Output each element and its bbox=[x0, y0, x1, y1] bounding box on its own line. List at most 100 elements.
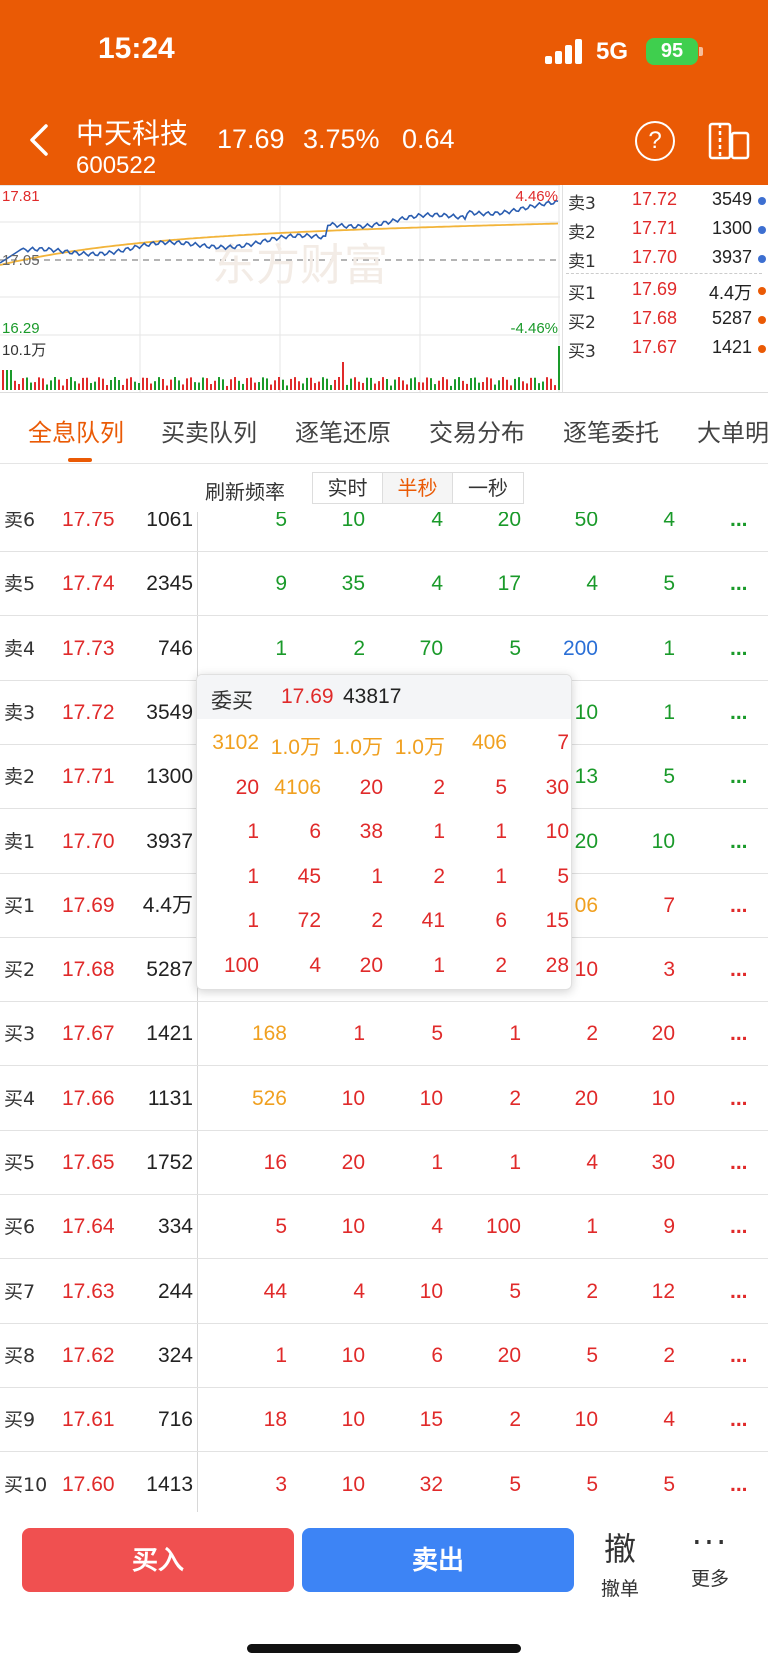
freq-option-half-second[interactable]: 半秒 bbox=[383, 473, 453, 503]
orderbook-volume: 1300 bbox=[711, 218, 752, 238]
queue-order-size: 5 bbox=[275, 1215, 287, 1239]
queue-row[interactable]: 买6 17.64 334 5 10 4 100 1 9... bbox=[0, 1195, 768, 1260]
volume-bar bbox=[190, 377, 192, 390]
queue-more-icon[interactable]: ... bbox=[730, 1022, 748, 1046]
queue-volume: 5287 bbox=[146, 958, 193, 982]
orderbook-volume: 4.4万 bbox=[708, 283, 752, 303]
queue-row[interactable]: 卖4 17.73 746 1 2 70 5 200 1... bbox=[0, 617, 768, 681]
volume-bar bbox=[18, 383, 20, 390]
popup-order-size: 3102 bbox=[212, 731, 259, 754]
volume-bar bbox=[542, 381, 544, 390]
popup-order-size: 38 bbox=[359, 820, 383, 843]
mini-orderbook[interactable]: 卖3 17.72 3549 卖2 17.71 1300 卖1 17.70 3937 买1 17.69… bbox=[562, 185, 768, 392]
volume-bar bbox=[494, 384, 496, 390]
volume-bar bbox=[526, 383, 528, 390]
volume-bar bbox=[298, 381, 300, 390]
cancel-order-button[interactable]: 撤 撤单 bbox=[590, 1524, 650, 1604]
more-button[interactable]: ··· 更多 bbox=[680, 1524, 740, 1604]
queue-row[interactable]: 买4 17.66 1131 526 10 10 2 20 10... bbox=[0, 1067, 768, 1131]
layout-switch-button[interactable] bbox=[707, 121, 751, 161]
queue-row[interactable]: 买7 17.63 244 44 4 10 5 2 12... bbox=[0, 1260, 768, 1324]
volume-bar bbox=[430, 378, 432, 390]
queue-order-size: 5 bbox=[663, 765, 675, 789]
orderbook-row[interactable]: 买3 17.67 1421 bbox=[562, 337, 768, 365]
sell-button[interactable]: 卖出 bbox=[302, 1528, 574, 1592]
queue-more-icon[interactable]: ... bbox=[730, 1473, 748, 1497]
buy-button[interactable]: 买入 bbox=[22, 1528, 294, 1592]
queue-more-icon[interactable]: ... bbox=[730, 1151, 748, 1175]
queue-row[interactable]: 买8 17.62 324 1 10 6 20 5 2... bbox=[0, 1324, 768, 1388]
queue-order-size: 5 bbox=[275, 512, 287, 531]
tab-6[interactable]: 大单明 bbox=[697, 413, 768, 448]
tab-3[interactable]: 逐笔还原 bbox=[295, 413, 391, 448]
queue-volume: 1061 bbox=[146, 512, 193, 531]
help-button[interactable]: ? bbox=[635, 121, 675, 161]
home-indicator[interactable] bbox=[247, 1644, 521, 1653]
orderbook-row[interactable]: 卖3 17.72 3549 bbox=[562, 189, 768, 217]
orderbook-row[interactable]: 卖2 17.71 1300 bbox=[562, 218, 768, 246]
volume-bar bbox=[490, 378, 492, 390]
queue-row[interactable]: 买5 17.65 1752 16 20 1 1 4 30... bbox=[0, 1131, 768, 1195]
orderbook-volume: 1421 bbox=[711, 337, 752, 357]
back-button[interactable] bbox=[24, 120, 58, 160]
refresh-frequency-bar: 刷新频率 实时 半秒 一秒 bbox=[0, 464, 768, 512]
orderbook-row[interactable]: 买2 17.68 5287 bbox=[562, 308, 768, 336]
queue-order-size: 2 bbox=[586, 1022, 598, 1046]
queue-order-size: 5 bbox=[431, 1022, 443, 1046]
queue-order-size: 5 bbox=[509, 1472, 521, 1496]
intraday-chart[interactable]: 东方财富 17.81 17.05 16.29 4.46% -4.46% 10.1… bbox=[0, 185, 560, 392]
queue-row[interactable]: 买3 17.67 1421 168 1 5 1 2 20... bbox=[0, 1002, 768, 1067]
tab-5[interactable]: 逐笔委托 bbox=[563, 413, 659, 448]
orderbook-volume: 5287 bbox=[711, 308, 752, 328]
queue-more-icon[interactable]: ... bbox=[730, 830, 748, 854]
queue-order-size: 4 bbox=[431, 512, 443, 531]
queue-more-icon[interactable]: ... bbox=[730, 958, 748, 982]
queue-more-icon[interactable]: ... bbox=[730, 512, 748, 532]
queue-more-icon[interactable]: ... bbox=[730, 1344, 748, 1368]
orderbook-label: 卖3 bbox=[568, 194, 596, 214]
queue-more-icon[interactable]: ... bbox=[730, 701, 748, 725]
volume-bar bbox=[250, 377, 252, 390]
volume-bar bbox=[546, 377, 548, 390]
bid-queue-popup[interactable]: 委买 17.69 43817 3102 1.0万 1.0万 1.0万 406 7 20 410… bbox=[196, 674, 572, 990]
freq-option-one-second[interactable]: 一秒 bbox=[453, 473, 523, 503]
queue-level-label: 卖5 bbox=[4, 573, 36, 596]
queue-row[interactable]: 买10 17.60 1413 3 10 32 5 5 5... bbox=[0, 1453, 768, 1513]
more-icon: ··· bbox=[691, 1523, 729, 1561]
queue-level-label: 买7 bbox=[4, 1280, 36, 1303]
popup-order-size: 72 bbox=[297, 909, 321, 932]
queue-more-icon[interactable]: ... bbox=[730, 894, 748, 918]
orderbook-row[interactable]: 卖1 17.70 3937 bbox=[562, 247, 768, 275]
volume-bar bbox=[354, 377, 356, 390]
tab-4[interactable]: 交易分布 bbox=[429, 413, 525, 448]
volume-bar bbox=[306, 377, 308, 390]
queue-more-icon[interactable]: ... bbox=[730, 765, 748, 789]
volume-bar bbox=[538, 383, 540, 390]
queue-order-size: 20 bbox=[651, 1022, 675, 1046]
popup-order-size: 45 bbox=[297, 864, 321, 888]
popup-order-size: 7 bbox=[557, 731, 569, 754]
queue-row[interactable]: 买9 17.61 716 18 10 15 2 10 4... bbox=[0, 1388, 768, 1453]
orderbook-row[interactable]: 买1 17.69 4.4万 bbox=[562, 279, 768, 307]
volume-bar bbox=[206, 378, 208, 390]
queue-row[interactable]: 卖6 17.75 1061 5 10 4 20 50 4... bbox=[0, 512, 768, 552]
app-header: 15:24 5G 95 中天科技 600522 17.69 3.75% 0.64… bbox=[0, 0, 768, 185]
volume-bar bbox=[498, 380, 500, 390]
popup-order-size: 5 bbox=[495, 775, 507, 799]
queue-more-icon[interactable]: ... bbox=[730, 1408, 748, 1432]
queue-more-icon[interactable]: ... bbox=[730, 1087, 748, 1111]
queue-more-icon[interactable]: ... bbox=[730, 1280, 748, 1304]
queue-volume: 1421 bbox=[146, 1022, 193, 1046]
volume-bar bbox=[390, 385, 392, 390]
queue-more-icon[interactable]: ... bbox=[730, 1215, 748, 1239]
freq-option-realtime[interactable]: 实时 bbox=[313, 473, 383, 503]
tab-2[interactable]: 买卖队列 bbox=[161, 413, 257, 448]
order-queue-table[interactable]: 卖6 17.75 1061 5 10 4 20 50 4... 卖5 17.74 2345 9 35 4 17… bbox=[0, 512, 768, 1512]
queue-level-label: 买5 bbox=[4, 1152, 36, 1174]
queue-more-icon[interactable]: ... bbox=[730, 572, 748, 596]
queue-row[interactable]: 卖5 17.74 2345 9 35 4 17 4 5... bbox=[0, 552, 768, 617]
queue-more-icon[interactable]: ... bbox=[730, 637, 748, 661]
tab-1[interactable]: 全息队列 bbox=[28, 413, 124, 448]
queue-order-size: 1 bbox=[509, 1022, 521, 1046]
orderbook-volume: 3937 bbox=[711, 247, 752, 267]
